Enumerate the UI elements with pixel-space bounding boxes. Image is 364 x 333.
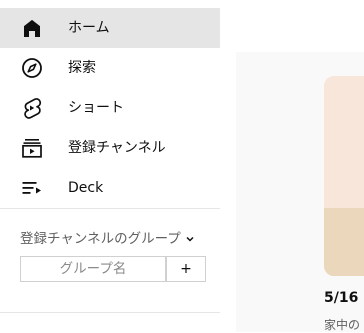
subscription-groups-title: 登録チャンネルのグループ (20, 231, 181, 247)
sidebar-item-label: ホーム (68, 20, 110, 36)
subscriptions-icon (20, 136, 44, 160)
sidebar-item-deck[interactable]: Deck (0, 168, 220, 208)
home-icon (20, 16, 44, 40)
playlist-icon (20, 176, 44, 200)
chevron-down-icon (185, 234, 195, 244)
group-name-input[interactable] (20, 256, 166, 282)
thumbnail-floor (324, 208, 364, 276)
divider (0, 312, 220, 313)
sidebar-item-label: 登録チャンネル (68, 140, 166, 156)
shorts-icon (20, 96, 44, 120)
video-title[interactable]: 5/16 (324, 290, 358, 306)
sidebar: ホーム 探索 ショート 登録チャンネル Deck 登録チャンネルのグループ グル… (0, 0, 220, 332)
compass-icon (20, 56, 44, 80)
sidebar-item-shorts[interactable]: ショート (0, 88, 220, 128)
video-subtitle: 家中の (324, 318, 361, 332)
video-thumbnail[interactable] (324, 76, 364, 276)
sidebar-item-label: ショート (68, 100, 124, 116)
sidebar-item-explore[interactable]: 探索 (0, 48, 220, 88)
sidebar-item-label: 探索 (68, 60, 96, 76)
subscription-groups-header[interactable]: 登録チャンネルのグループ (20, 229, 195, 249)
sidebar-item-label: Deck (68, 180, 104, 196)
sidebar-item-home[interactable]: ホーム (0, 8, 220, 48)
divider (0, 208, 220, 209)
sidebar-item-subscriptions[interactable]: 登録チャンネル (0, 128, 220, 168)
add-group-button[interactable]: + (166, 256, 206, 282)
